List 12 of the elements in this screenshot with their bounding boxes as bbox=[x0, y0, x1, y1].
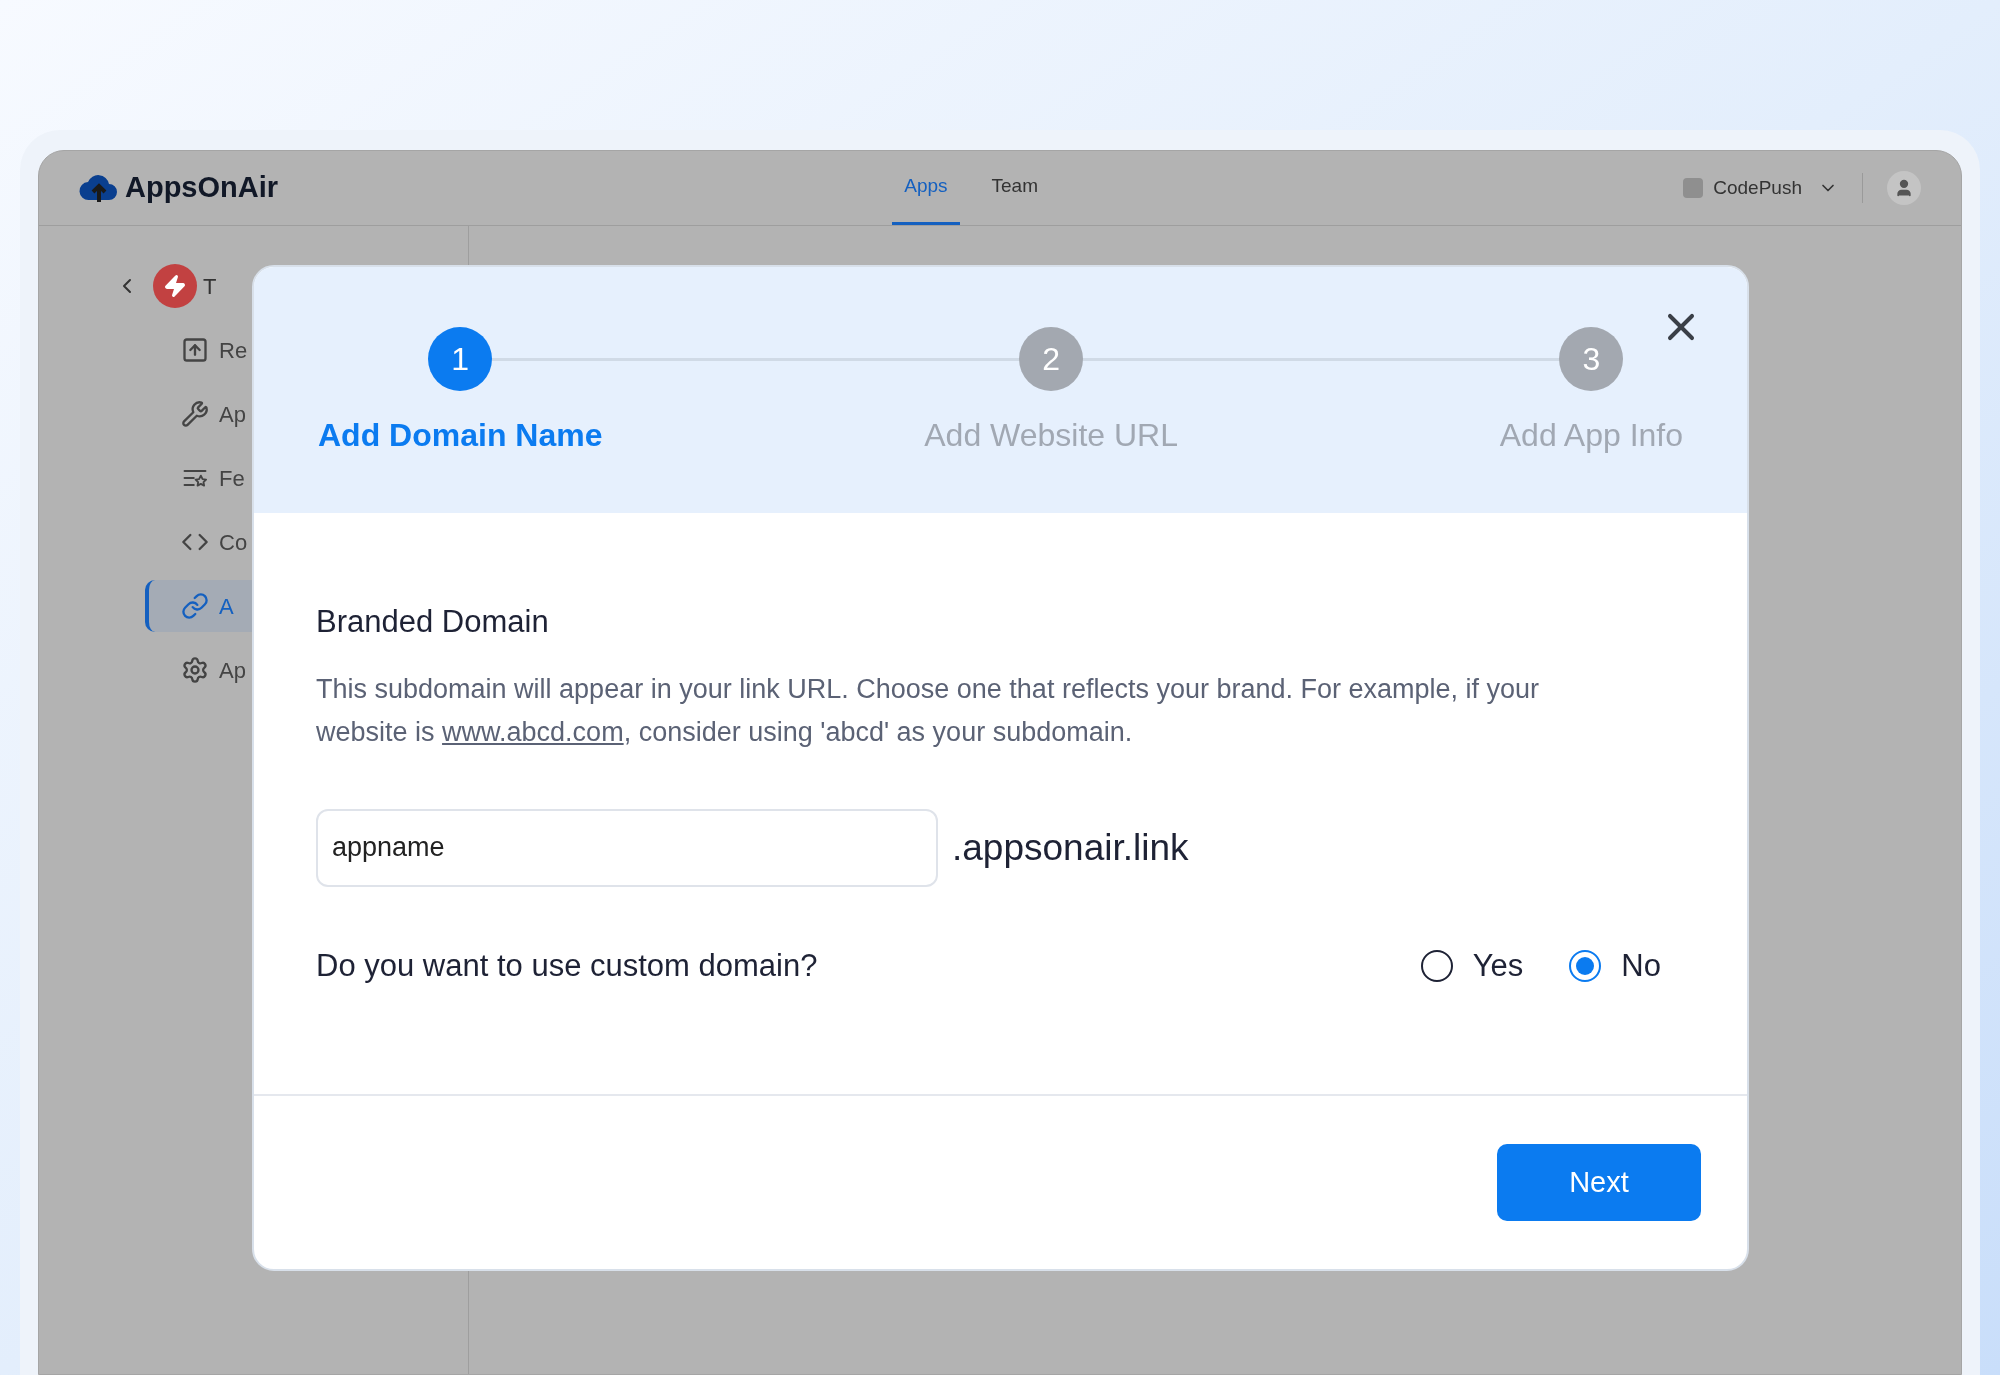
question-text: Do you want to use custom domain? bbox=[316, 946, 819, 985]
step-label: Add App Info bbox=[1499, 416, 1683, 455]
step-number: 1 bbox=[428, 327, 493, 391]
step-label: Add Domain Name bbox=[318, 416, 603, 455]
app-logo-text: AppsOnAir bbox=[125, 170, 279, 206]
step-number: 3 bbox=[1559, 327, 1624, 391]
step-label: Add Website URL bbox=[924, 416, 1178, 455]
domain-suffix: .appsonair.link bbox=[952, 825, 1189, 870]
app-name: T bbox=[203, 272, 217, 301]
section-title: Branded Domain bbox=[316, 603, 550, 641]
step-number: 2 bbox=[1019, 327, 1084, 391]
description-text: This subdomain will appear in your link URL. Choose one that reflects your brand. For example, if your website is www.abcd.com, consider using 'abcd' as your subdomain. bbox=[316, 672, 1541, 749]
